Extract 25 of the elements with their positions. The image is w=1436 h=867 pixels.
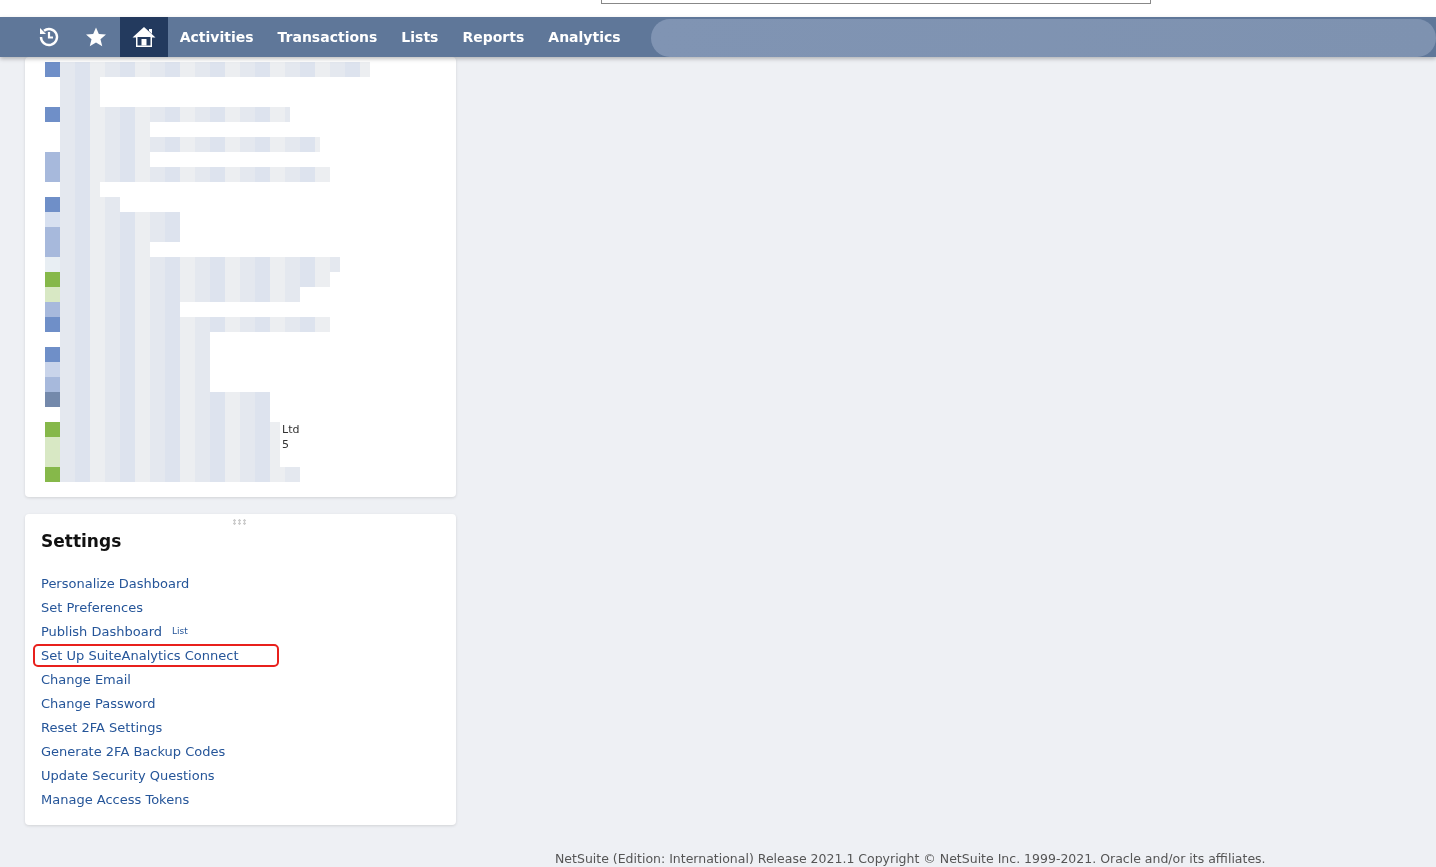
nav-menu-item[interactable]: Lists bbox=[389, 17, 451, 57]
settings-link[interactable]: Reset 2FA Settings bbox=[41, 717, 163, 737]
settings-link[interactable]: Change Password bbox=[41, 693, 156, 713]
drag-handle-icon[interactable] bbox=[232, 519, 246, 525]
footer-text: NetSuite (Edition: International) Release 2021.1 Copyright © NetSuite Inc. 1999-2021. Oracle and/or its affiliates. bbox=[554, 851, 1267, 867]
settings-link[interactable]: Generate 2FA Backup Codes bbox=[41, 741, 226, 761]
row-text: Ltd bbox=[282, 422, 300, 437]
settings-link[interactable]: Manage Access Tokens bbox=[41, 789, 190, 809]
settings-link[interactable]: Set Up SuiteAnalytics Connect bbox=[35, 645, 277, 665]
search-field[interactable] bbox=[601, 0, 1151, 4]
settings-link[interactable]: Update Security Questions bbox=[41, 765, 215, 785]
home-icon bbox=[131, 25, 158, 49]
home-tab[interactable] bbox=[120, 17, 168, 57]
star-icon bbox=[84, 26, 107, 48]
nav-menu-item[interactable]: Transactions bbox=[265, 17, 390, 57]
nav-menu-item[interactable]: Activities bbox=[167, 17, 266, 57]
card-title: Settings bbox=[41, 531, 123, 551]
nav-menu-item[interactable]: Analytics bbox=[536, 17, 633, 57]
settings-link[interactable]: Personalize Dashboard bbox=[41, 573, 190, 593]
settings-link[interactable]: Publish Dashboard bbox=[41, 621, 162, 641]
nav-menu-item[interactable]: Reports bbox=[450, 17, 537, 57]
list-link[interactable]: List bbox=[172, 626, 188, 636]
row-text: 5 bbox=[282, 437, 289, 452]
settings-link[interactable]: Change Email bbox=[41, 669, 131, 689]
settings-link[interactable]: Set Preferences bbox=[41, 597, 143, 617]
